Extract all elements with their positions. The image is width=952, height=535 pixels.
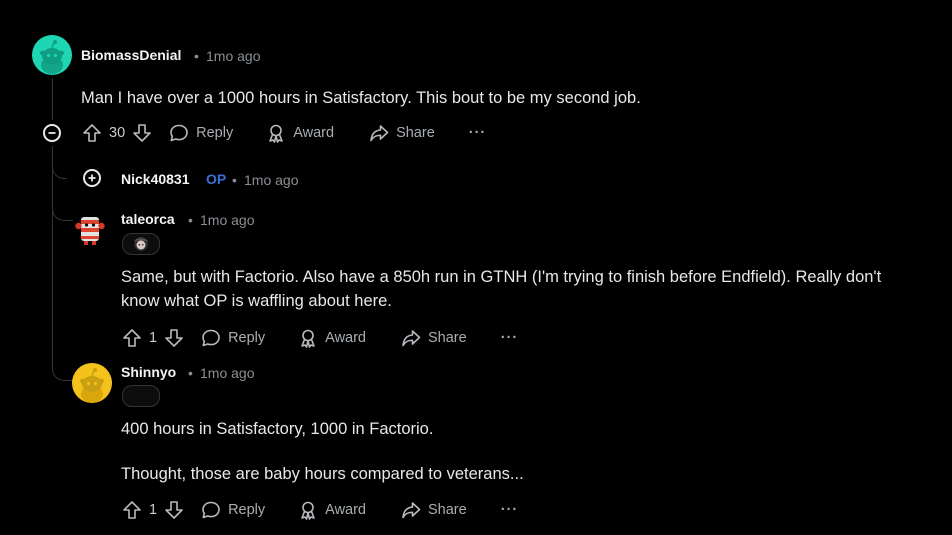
reply-icon <box>170 124 188 142</box>
more-options-button[interactable]: ··· <box>501 330 519 346</box>
avatar[interactable] <box>72 211 108 247</box>
thread-line <box>52 146 53 356</box>
upvote-icon <box>123 501 141 519</box>
award-icon <box>269 124 284 143</box>
flair-emoji-icon <box>134 237 148 251</box>
comment-actions: 1 Reply Award Share ··· <box>121 325 518 351</box>
downvote-button[interactable] <box>163 499 185 521</box>
vote-count: 30 <box>109 125 126 141</box>
share-icon <box>370 125 389 142</box>
timestamp[interactable]: 1mo ago <box>200 365 254 381</box>
timestamp[interactable]: 1mo ago <box>244 172 298 188</box>
comment-paragraph: 400 hours in Satisfactory, 1000 in Facto… <box>121 420 434 438</box>
expand-button[interactable] <box>83 169 101 187</box>
reply-label: Reply <box>228 330 266 346</box>
award-icon <box>301 501 315 520</box>
timestamp[interactable]: 1mo ago <box>200 212 254 228</box>
collapse-button[interactable] <box>43 124 61 142</box>
separator: • <box>188 365 193 381</box>
thread-branch <box>52 158 67 179</box>
upvote-button[interactable] <box>121 499 143 521</box>
upvote-button[interactable] <box>121 327 143 349</box>
downvote-icon <box>165 329 183 347</box>
thread-line <box>52 78 53 120</box>
share-button[interactable]: Share <box>400 499 467 521</box>
thread-branch <box>52 355 73 381</box>
comment-body: Man I have over a 1000 hours in Satisfac… <box>81 89 641 107</box>
comment-actions: 30 Reply Award Share ··· <box>81 120 486 146</box>
thread-branch <box>52 200 73 221</box>
share-label: Share <box>396 125 435 141</box>
share-icon <box>402 330 421 347</box>
award-label: Award <box>325 502 366 518</box>
reply-icon <box>202 329 220 347</box>
share-label: Share <box>428 330 467 346</box>
comment-body-line-2: know what OP is waffling about here. <box>121 292 392 310</box>
downvote-icon <box>165 501 183 519</box>
separator: • <box>194 48 199 64</box>
username[interactable]: Nick40831 <box>121 171 190 187</box>
separator: • <box>188 212 193 228</box>
upvote-icon <box>83 124 101 142</box>
award-icon <box>301 329 315 348</box>
award-button[interactable]: Award <box>265 122 334 144</box>
minus-icon <box>48 132 56 134</box>
reply-button[interactable]: Reply <box>168 122 233 144</box>
downvote-button[interactable] <box>163 327 185 349</box>
comment-actions: 1 Reply Award Share ··· <box>121 497 518 523</box>
award-button[interactable]: Award <box>297 327 366 349</box>
avatar[interactable] <box>72 363 112 403</box>
username[interactable]: Shinnyo <box>121 364 176 380</box>
share-button[interactable]: Share <box>400 327 467 349</box>
snoo-icon <box>80 368 104 403</box>
vote-count: 1 <box>149 502 158 518</box>
op-badge: OP <box>206 171 227 187</box>
comment-body-line-1: Same, but with Factorio. Also have a 850… <box>121 268 882 286</box>
user-flair <box>122 233 160 255</box>
separator: • <box>232 172 237 188</box>
share-icon <box>402 502 421 519</box>
award-label: Award <box>293 125 335 141</box>
reply-label: Reply <box>228 502 266 518</box>
avatar[interactable] <box>32 35 72 75</box>
reply-button[interactable]: Reply <box>200 327 265 349</box>
user-flair <box>122 385 160 407</box>
vote-count: 1 <box>149 330 158 346</box>
username[interactable]: taleorca <box>121 211 175 227</box>
downvote-button[interactable] <box>131 122 153 144</box>
share-button[interactable]: Share <box>368 122 435 144</box>
reply-label: Reply <box>196 125 234 141</box>
username[interactable]: BiomassDenial <box>81 47 181 63</box>
comment-paragraph: Thought, those are baby hours compared t… <box>121 465 524 483</box>
more-options-button[interactable]: ··· <box>501 502 519 518</box>
share-label: Share <box>428 502 467 518</box>
upvote-button[interactable] <box>81 122 103 144</box>
plus-icon <box>88 174 96 182</box>
timestamp[interactable]: 1mo ago <box>206 48 260 64</box>
snoo-avatar-icon <box>75 217 105 245</box>
upvote-icon <box>123 329 141 347</box>
more-options-button[interactable]: ··· <box>469 125 487 141</box>
award-label: Award <box>325 330 366 346</box>
reply-button[interactable]: Reply <box>200 499 265 521</box>
reply-icon <box>202 501 220 519</box>
downvote-icon <box>133 124 151 142</box>
snoo-icon <box>40 40 64 74</box>
award-button[interactable]: Award <box>297 499 366 521</box>
